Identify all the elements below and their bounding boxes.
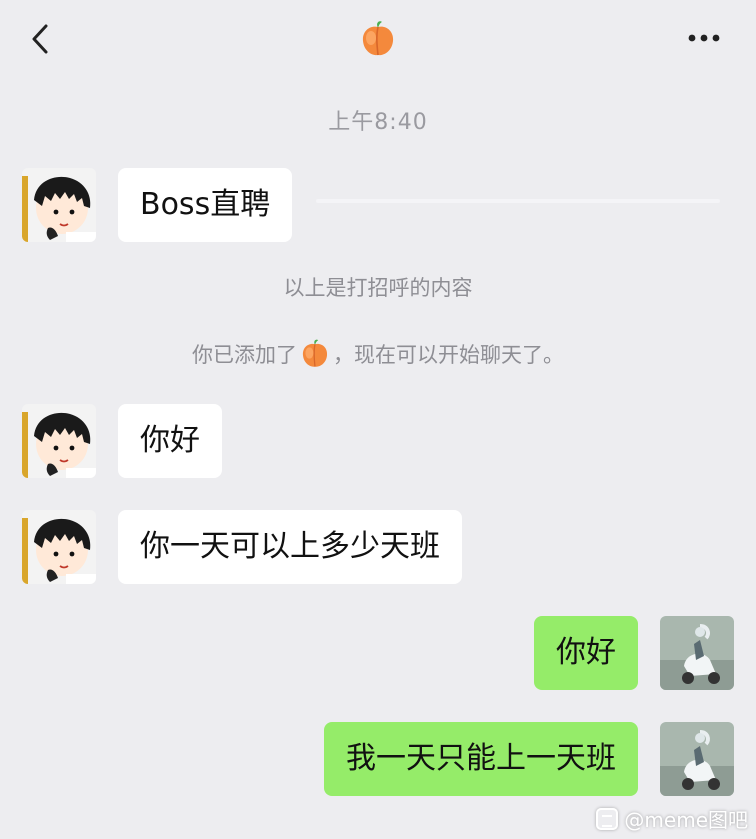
message-bubble-incoming[interactable]: 你一天可以上多少天班 <box>118 510 462 584</box>
chevron-left-icon <box>32 24 48 54</box>
message-bubble-incoming[interactable]: Boss直聘 <box>118 168 293 242</box>
system-message: 以上是打招呼的内容 <box>283 276 473 300</box>
watermark-icon <box>596 807 619 830</box>
watermark: @meme图吧 <box>596 804 748 833</box>
my-avatar[interactable] <box>660 722 734 796</box>
contact-avatar[interactable] <box>22 168 96 242</box>
peach-icon <box>358 18 398 58</box>
message-bubble-outgoing[interactable]: 你好 <box>534 616 638 690</box>
contact-avatar[interactable] <box>22 510 96 584</box>
divider <box>316 199 720 203</box>
message-bubble-outgoing[interactable]: 我一天只能上一天班 <box>324 722 638 796</box>
back-button[interactable] <box>26 22 56 56</box>
system-message-prefix: 你已添加了 <box>192 343 297 367</box>
message-timestamp: 上午8:40 <box>328 110 428 135</box>
my-avatar[interactable] <box>660 616 734 690</box>
chat-header <box>0 0 756 80</box>
watermark-text: @meme图吧 <box>624 808 748 832</box>
peach-icon <box>299 337 331 369</box>
contact-avatar[interactable] <box>22 404 96 478</box>
message-bubble-incoming[interactable]: 你好 <box>118 404 222 478</box>
more-dots-icon[interactable] <box>684 26 724 50</box>
system-message-suffix: ，现在可以开始聊天了。 <box>333 343 564 367</box>
system-message-added: 你已添加了 ，现在可以开始聊天了。 <box>0 337 756 369</box>
